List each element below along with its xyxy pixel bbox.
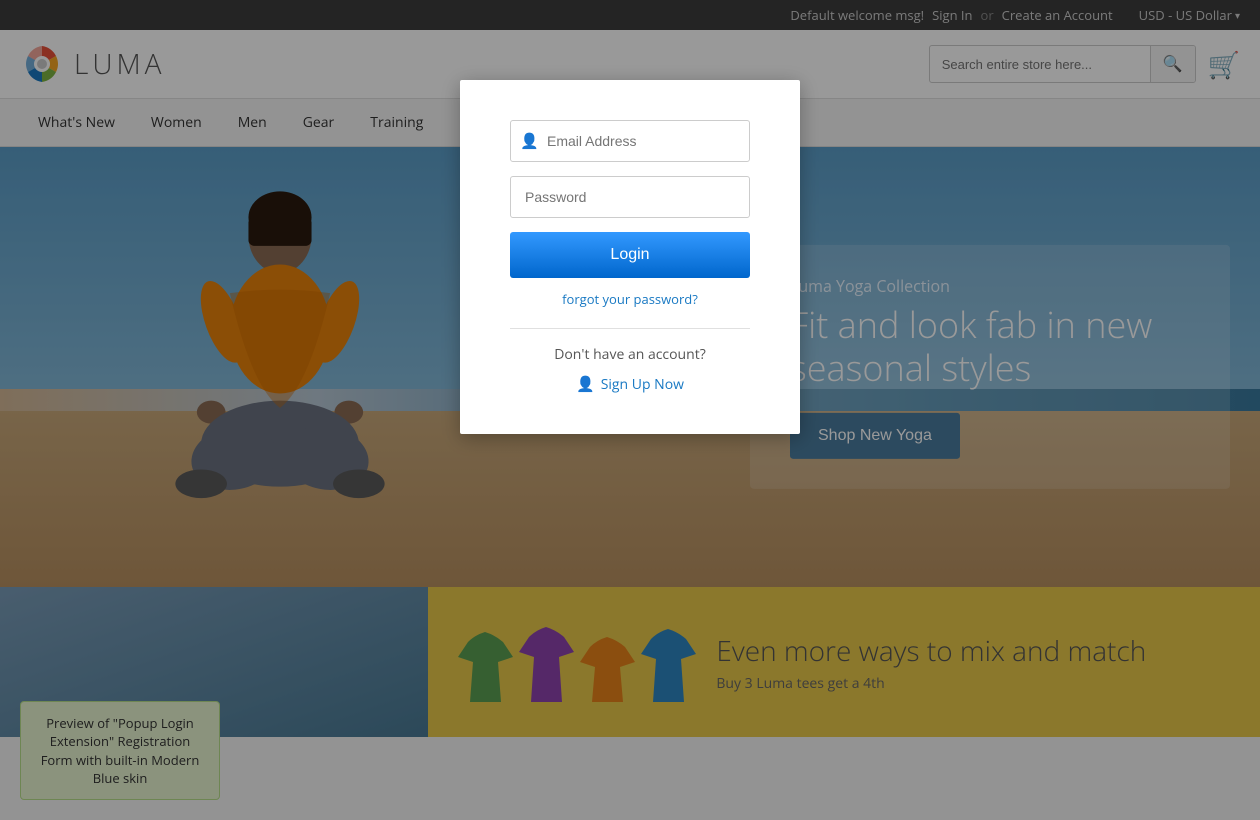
email-icon: 👤 — [520, 131, 539, 151]
login-button[interactable]: Login — [510, 232, 750, 278]
login-modal: 👤 Login forgot your password? Don't have… — [460, 80, 800, 434]
password-input-group — [510, 176, 750, 218]
no-account-text: Don't have an account? — [510, 345, 750, 364]
signup-link[interactable]: 👤 Sign Up Now — [510, 374, 750, 394]
modal-divider — [510, 328, 750, 329]
login-modal-overlay: 👤 Login forgot your password? Don't have… — [0, 0, 1260, 820]
signup-label: Sign Up Now — [601, 375, 684, 394]
email-input-group: 👤 — [510, 120, 750, 162]
email-input[interactable] — [510, 120, 750, 162]
signup-person-icon: 👤 — [576, 374, 595, 394]
password-input[interactable] — [510, 176, 750, 218]
forgot-password-link[interactable]: forgot your password? — [510, 290, 750, 308]
